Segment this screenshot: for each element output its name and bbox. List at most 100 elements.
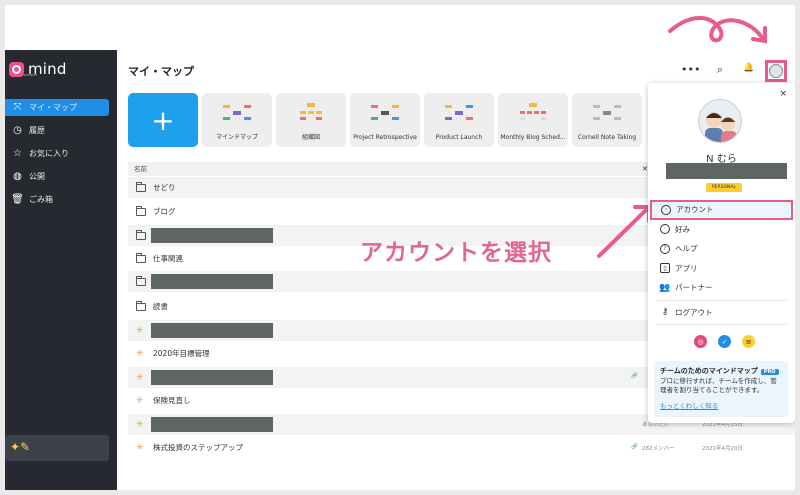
template-org-chart[interactable]: 組織図 [276,93,346,147]
app-window: mind meister ⤧ マイ・マップ ◷ 履歴 ☆ お気に入り ◍ 公開 … [5,5,795,490]
divider [656,324,787,325]
star-icon: ☆ [13,148,22,159]
folder-icon [136,300,146,311]
mindmap-icon: ✳ [136,372,144,383]
profile-avatar [698,99,742,143]
item-name: 仕事関連 [153,254,183,263]
ai-assistant-button[interactable]: ✦✎ [5,435,109,461]
redacted-name [151,274,273,289]
new-map-button[interactable]: + [128,93,198,147]
link-icon: 🔗 [631,444,638,450]
template-label: Product Launch [435,134,483,141]
link-icon: 🔗 [631,373,638,379]
logo[interactable]: mind [9,60,67,78]
template-cornell-note-taking[interactable]: Cornell Note Taking [572,93,642,147]
item-name: 株式投資のステップアップ [153,443,243,452]
mindmap-icon: ✳ [136,419,144,430]
more-icon[interactable]: ••• [681,63,700,76]
mindmeister-logo-icon [9,61,24,77]
sidebar-item-favorites[interactable]: ☆ お気に入り [5,145,109,162]
avatar-button[interactable] [765,60,787,82]
clock-icon: ◷ [13,125,22,136]
item-name: 保険見直し [153,396,191,405]
check-app-icon[interactable]: ✓ [718,335,731,348]
mindmap-icon: ✳ [136,442,144,453]
phone-icon: ▯ [660,263,670,274]
row-members: 282メンバー [642,446,675,452]
instagram-icon[interactable]: ◎ [694,335,707,348]
item-name: 2020年目標管理 [153,349,210,358]
close-icon[interactable]: × [779,89,787,99]
menu-item-partner[interactable]: 👥 パートナー [648,278,795,298]
page-title: マイ・マップ [128,65,194,78]
column-name[interactable]: 名前 [134,165,147,173]
annotation-caption: アカウントを選択 [360,240,552,266]
template-label: マインドマップ [215,134,258,141]
blog-schedule-template-icon [520,103,546,120]
partner-icon: 👥 [659,282,671,293]
pro-tag: PRO [760,369,779,375]
bell-icon[interactable]: 🔔 [742,63,756,73]
divider [656,299,787,301]
annotation-curved-arrow-icon [668,16,767,44]
logo-subtext: meister [24,73,38,77]
folder-icon [136,205,146,216]
template-label: Cornell Note Taking [577,134,637,141]
menu-item-logout[interactable]: ⚷ ログアウト [648,303,795,323]
mindmap-template-icon [223,105,251,120]
sidebar-item-history[interactable]: ◷ 履歴 [5,122,109,139]
retrospective-template-icon [371,105,399,120]
template-project-retrospective[interactable]: Project Retrospective [350,93,420,147]
mindmap-icon: ⤧ [13,102,22,113]
item-name: 読書 [153,302,168,311]
template-label: Monthly Blog Sched... [500,134,566,141]
folder-icon [136,229,146,240]
sidebar-item-my-maps[interactable]: ⤧ マイ・マップ [5,99,109,116]
promo-box: チームのためのマインドマップ PRO プロに移行すれば、チームを作成し、管理者を割… [654,361,788,417]
menu-item-help[interactable]: ? ヘルプ [648,239,795,259]
mindmap-icon: ✳ [136,348,144,359]
template-label: 組織図 [301,134,320,141]
menu-item-label: 好み [675,224,690,234]
promo-title: チームのためのマインドマップ PRO [660,366,782,376]
sidebar-item-trash[interactable]: 🗑 ごみ箱 [5,191,109,208]
sidebar-item-public[interactable]: ◍ 公開 [5,168,109,185]
note-app-icon[interactable]: ≡ [742,335,755,348]
trash-icon: 🗑 [11,194,24,205]
profile-menu: ◦ アカウント · 好み ? ヘルプ ▯ アプリ 👥 パートナー ⚷ ログアウト [648,200,795,327]
redacted-name [151,228,273,243]
template-monthly-blog-schedule[interactable]: Monthly Blog Sched... [498,93,568,147]
row-date: 2021年4月20日 [702,446,743,452]
avatar [769,64,783,78]
item-name: せどり [153,183,176,192]
menu-item-account[interactable]: ◦ アカウント [650,200,793,220]
palette-icon: · [660,224,670,235]
promo-link[interactable]: もっとくわしく知る [660,400,718,410]
user-icon: ◦ [661,204,671,215]
sidebar-item-label: 公開 [29,172,45,181]
sidebar-item-label: マイ・マップ [29,103,77,112]
menu-item-label: アプリ [675,263,698,273]
sparkle-icon: ✦✎ [10,440,31,454]
list-item[interactable]: ✳ 株式投資のステップアップ [128,437,795,458]
menu-item-label: ヘルプ [675,244,698,254]
sidebar-item-label: ごみ箱 [29,195,53,204]
menu-item-label: パートナー [675,283,713,293]
template-product-launch[interactable]: Product Launch [424,93,494,147]
sidebar-item-label: お気に入り [29,149,69,158]
org-chart-template-icon [300,103,322,120]
mindmap-icon: ✳ [136,395,144,406]
template-mindmap[interactable]: マインドマップ [202,93,272,147]
help-icon: ? [660,243,670,254]
menu-item-apps[interactable]: ▯ アプリ [648,259,795,279]
redacted-name [151,370,273,385]
logout-icon: ⚷ [661,307,669,318]
folder-icon [136,252,146,263]
menu-item-preferences[interactable]: · 好み [648,220,795,240]
redacted-email [666,163,787,179]
search-icon[interactable]: ⌕ [713,63,727,77]
close-column-icon[interactable]: ✕ [642,165,648,173]
menu-item-label: ログアウト [675,307,713,317]
mindmap-icon: ✳ [136,325,144,336]
profile-dropdown: × N むら PERSONAL ◦ アカウント · 好み ? ヘルプ ▯ アプリ… [648,83,795,423]
